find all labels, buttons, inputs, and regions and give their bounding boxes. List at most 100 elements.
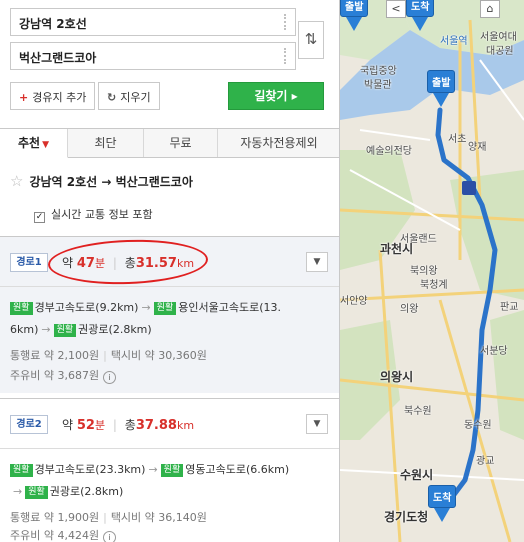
traffic-status-tag: 원활 (53, 324, 77, 337)
chevron-down-icon: ▼ (313, 419, 321, 429)
info-icon[interactable]: i (103, 371, 117, 384)
arrow-right-icon: → (141, 301, 151, 314)
map-label: 동수원 (464, 420, 492, 431)
chevron-down-icon: ▼ (313, 257, 321, 267)
fuel-row: 주유비 약 4,424원 i (10, 527, 117, 542)
marker-tip (434, 508, 450, 522)
expand-button[interactable]: ▼ (306, 252, 328, 272)
end-marker[interactable]: 도착 (428, 485, 457, 522)
tab-exclude-motorway[interactable]: 자동차전용제외 (218, 129, 339, 157)
map-label: 예술의전당 (366, 146, 412, 157)
find-route-button[interactable]: 길찾기 ▸ (228, 82, 324, 110)
top-end-marker-label: 도착 (406, 0, 435, 17)
road-segment: 권광로(2.8km) (78, 323, 152, 336)
divider: | (103, 349, 107, 362)
distance-unit: km (176, 419, 195, 432)
top-end-marker[interactable]: 도착 (406, 0, 435, 31)
route-option-tabs: 추천 ▼ 최단 무료 자동차전용제외 (0, 128, 339, 158)
origin-value: 강남역 2호선 (19, 17, 87, 31)
traffic-option[interactable]: ✓ 실시간 교통 정보 포함 (34, 206, 153, 223)
distance-value: 37.88 (135, 418, 177, 433)
info-icon[interactable]: i (103, 531, 117, 542)
clear-label: 지우기 (120, 91, 151, 104)
start-marker-label: 출발 (427, 70, 456, 93)
divider: | (112, 418, 117, 432)
map-label: 판교 (500, 302, 519, 313)
end-marker-label: 도착 (428, 485, 457, 508)
tab-recommended-label: 추천 (17, 136, 41, 150)
arrow-right-icon: → (148, 463, 158, 476)
arrow-right-icon: → (41, 323, 51, 336)
map-label: 서초 (448, 134, 467, 145)
route-card-1[interactable]: 경로1 약 47분 | 총31.57km ▼ 원활 경부고속도로(9.2km) → 원… (0, 236, 339, 393)
distance-value: 31.57 (135, 256, 177, 271)
find-route-label: 길찾기 ▸ (254, 89, 298, 103)
tab-shortest[interactable]: 최단 (68, 129, 144, 157)
destination-drag-handle[interactable] (284, 48, 287, 64)
traffic-status-tag: 원활 (25, 486, 48, 499)
map-label: 경기도청 (384, 510, 429, 524)
road-list: 원활 경부고속도로(23.3km) → 원활 영동고속도로(6.6km) → 원활 권광로(… (10, 459, 328, 503)
star-icon[interactable]: ☆ (10, 172, 23, 190)
origin-drag-handle[interactable] (284, 14, 287, 30)
swap-button[interactable]: ⇅ (298, 21, 324, 59)
marker-tip (433, 93, 449, 107)
route-title: ☆ 강남역 2호선 → 벅산그랜드코아 (10, 172, 193, 190)
map-label: 북의왕 (410, 266, 438, 277)
time-value: 52 (76, 418, 95, 433)
route-card-1-header: 경로1 약 47분 | 총31.57km ▼ (0, 237, 339, 287)
traffic-status-tag: 원활 (160, 464, 184, 477)
traffic-checkbox[interactable]: ✓ (34, 212, 45, 223)
tab-recommended[interactable]: 추천 ▼ (0, 129, 68, 158)
route-card-2[interactable]: 경로2 약 52분 | 총37.88km ▼ 원활 경부고속도로(23.3km) →… (0, 398, 339, 542)
road-segment-cont: 6km) (10, 323, 39, 336)
map-view[interactable]: < ⌂ 출발 도착 출발 도착 서울역 서울여대 대공원 국립중앙 박물관 서초… (340, 0, 524, 542)
start-marker[interactable]: 출발 (427, 70, 456, 107)
map-label: 과천시 (380, 242, 414, 256)
map-label: 수원시 (400, 468, 434, 482)
divider: | (103, 511, 107, 524)
fuel-cost: 주유비 약 3,687원 (10, 369, 100, 382)
top-start-marker-label: 출발 (340, 0, 369, 17)
taxi-fee: 택시비 약 36,140원 (110, 511, 207, 524)
map-label: 북수원 (404, 406, 432, 417)
arrow-right-icon: → (13, 485, 23, 498)
origin-input[interactable]: 강남역 2호선 (10, 8, 296, 36)
map-control-button[interactable]: ⌂ (480, 0, 500, 18)
distance-unit: km (176, 257, 195, 270)
map-label: 양재 (468, 142, 487, 153)
destination-value: 벅산그랜드코아 (19, 51, 97, 65)
road-segment: 권광로(2.8km) (49, 485, 124, 498)
distance-prefix: 총 (124, 418, 136, 432)
map-prev-button[interactable]: < (386, 0, 406, 18)
time-value: 47 (76, 256, 95, 271)
map-label: 광교 (476, 456, 495, 467)
swap-icon: ⇅ (304, 30, 318, 48)
tab-free[interactable]: 무료 (144, 129, 218, 157)
tab-free-label: 무료 (169, 136, 192, 150)
fuel-cost: 주유비 약 4,424원 (10, 529, 100, 542)
add-waypoint-label: 경유지 추가 (32, 91, 87, 104)
expand-button[interactable]: ▼ (306, 414, 328, 434)
toll-fee: 통행료 약 2,100원 (10, 349, 100, 362)
clear-button[interactable]: ↻ 지우기 (98, 82, 160, 110)
route-summary: 약 47분 | 총31.57km (62, 254, 194, 271)
distance-prefix: 총 (124, 256, 136, 270)
divider: | (112, 256, 117, 270)
destination-input[interactable]: 벅산그랜드코아 (10, 42, 296, 70)
time-prefix: 약 (62, 256, 74, 270)
marker-tip (346, 17, 362, 31)
map-label: 의왕시 (380, 370, 414, 384)
time-unit: 분 (94, 257, 106, 270)
map-label: 서안양 (340, 296, 368, 307)
refresh-icon: ↻ (107, 91, 117, 104)
top-start-marker[interactable]: 출발 (340, 0, 369, 31)
map-label: 서분당 (480, 346, 508, 357)
fuel-row: 주유비 약 3,687원 i (10, 367, 117, 384)
map-label: 서울여대 (480, 32, 517, 43)
route-badge: 경로2 (10, 415, 48, 434)
map-label: 북청계 (420, 280, 448, 291)
map-label: 의왕 (400, 304, 419, 315)
caret-down-icon: ▼ (42, 140, 49, 150)
add-waypoint-button[interactable]: + 경유지 추가 (10, 82, 96, 110)
